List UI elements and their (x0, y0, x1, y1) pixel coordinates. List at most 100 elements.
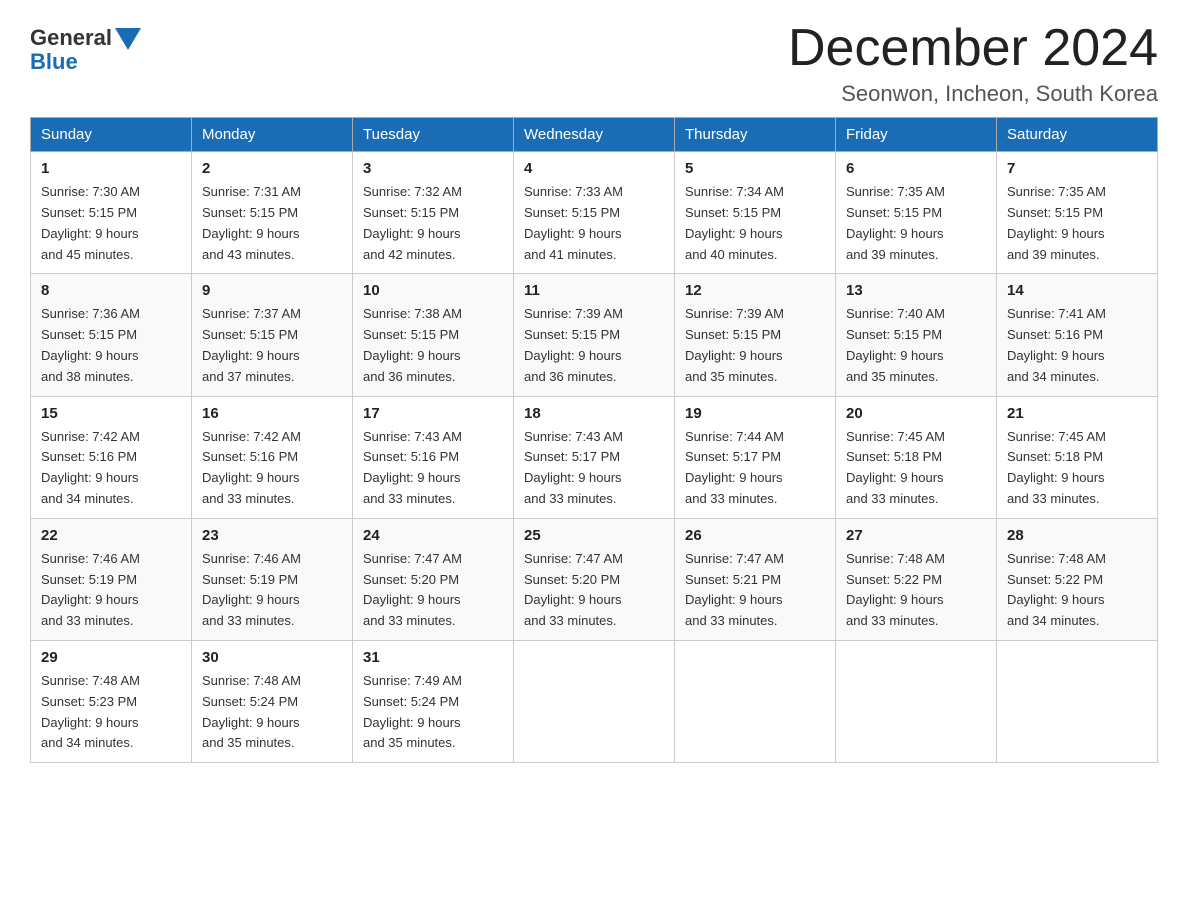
day-info: Sunrise: 7:48 AM Sunset: 5:22 PM Dayligh… (846, 549, 986, 632)
day-info: Sunrise: 7:32 AM Sunset: 5:15 PM Dayligh… (363, 182, 503, 265)
day-number: 27 (846, 527, 986, 544)
day-info: Sunrise: 7:43 AM Sunset: 5:16 PM Dayligh… (363, 427, 503, 510)
day-number: 30 (202, 649, 342, 666)
calendar-cell: 17 Sunrise: 7:43 AM Sunset: 5:16 PM Dayl… (353, 396, 514, 518)
day-number: 9 (202, 282, 342, 299)
day-info: Sunrise: 7:48 AM Sunset: 5:24 PM Dayligh… (202, 671, 342, 754)
day-number: 20 (846, 405, 986, 422)
calendar-cell: 18 Sunrise: 7:43 AM Sunset: 5:17 PM Dayl… (514, 396, 675, 518)
logo-general-text: General (30, 25, 112, 51)
calendar-cell: 2 Sunrise: 7:31 AM Sunset: 5:15 PM Dayli… (192, 152, 353, 274)
day-number: 14 (1007, 282, 1147, 299)
day-number: 13 (846, 282, 986, 299)
calendar-cell: 23 Sunrise: 7:46 AM Sunset: 5:19 PM Dayl… (192, 518, 353, 640)
logo-triangle-icon (115, 28, 141, 50)
calendar-cell: 8 Sunrise: 7:36 AM Sunset: 5:15 PM Dayli… (31, 274, 192, 396)
day-info: Sunrise: 7:42 AM Sunset: 5:16 PM Dayligh… (41, 427, 181, 510)
calendar-week-2: 8 Sunrise: 7:36 AM Sunset: 5:15 PM Dayli… (31, 274, 1158, 396)
calendar-cell: 21 Sunrise: 7:45 AM Sunset: 5:18 PM Dayl… (997, 396, 1158, 518)
calendar-cell: 25 Sunrise: 7:47 AM Sunset: 5:20 PM Dayl… (514, 518, 675, 640)
day-number: 23 (202, 527, 342, 544)
day-number: 21 (1007, 405, 1147, 422)
day-number: 29 (41, 649, 181, 666)
page-header: General Blue December 2024 Seonwon, Inch… (30, 20, 1158, 107)
calendar-cell: 14 Sunrise: 7:41 AM Sunset: 5:16 PM Dayl… (997, 274, 1158, 396)
day-info: Sunrise: 7:34 AM Sunset: 5:15 PM Dayligh… (685, 182, 825, 265)
day-number: 6 (846, 160, 986, 177)
day-info: Sunrise: 7:35 AM Sunset: 5:15 PM Dayligh… (846, 182, 986, 265)
day-info: Sunrise: 7:47 AM Sunset: 5:20 PM Dayligh… (524, 549, 664, 632)
calendar-cell: 28 Sunrise: 7:48 AM Sunset: 5:22 PM Dayl… (997, 518, 1158, 640)
calendar-cell: 29 Sunrise: 7:48 AM Sunset: 5:23 PM Dayl… (31, 640, 192, 762)
calendar-cell: 3 Sunrise: 7:32 AM Sunset: 5:15 PM Dayli… (353, 152, 514, 274)
logo: General Blue (30, 20, 141, 75)
day-number: 18 (524, 405, 664, 422)
day-info: Sunrise: 7:43 AM Sunset: 5:17 PM Dayligh… (524, 427, 664, 510)
day-info: Sunrise: 7:36 AM Sunset: 5:15 PM Dayligh… (41, 304, 181, 387)
day-number: 7 (1007, 160, 1147, 177)
day-number: 25 (524, 527, 664, 544)
day-number: 15 (41, 405, 181, 422)
calendar-cell (997, 640, 1158, 762)
day-number: 1 (41, 160, 181, 177)
day-info: Sunrise: 7:39 AM Sunset: 5:15 PM Dayligh… (685, 304, 825, 387)
calendar-cell: 26 Sunrise: 7:47 AM Sunset: 5:21 PM Dayl… (675, 518, 836, 640)
header-monday: Monday (192, 118, 353, 152)
header-wednesday: Wednesday (514, 118, 675, 152)
calendar-cell: 31 Sunrise: 7:49 AM Sunset: 5:24 PM Dayl… (353, 640, 514, 762)
calendar-cell: 4 Sunrise: 7:33 AM Sunset: 5:15 PM Dayli… (514, 152, 675, 274)
calendar-cell: 10 Sunrise: 7:38 AM Sunset: 5:15 PM Dayl… (353, 274, 514, 396)
day-number: 26 (685, 527, 825, 544)
day-info: Sunrise: 7:44 AM Sunset: 5:17 PM Dayligh… (685, 427, 825, 510)
day-info: Sunrise: 7:38 AM Sunset: 5:15 PM Dayligh… (363, 304, 503, 387)
day-info: Sunrise: 7:30 AM Sunset: 5:15 PM Dayligh… (41, 182, 181, 265)
header-thursday: Thursday (675, 118, 836, 152)
calendar-week-4: 22 Sunrise: 7:46 AM Sunset: 5:19 PM Dayl… (31, 518, 1158, 640)
calendar-week-3: 15 Sunrise: 7:42 AM Sunset: 5:16 PM Dayl… (31, 396, 1158, 518)
location: Seonwon, Incheon, South Korea (788, 81, 1158, 107)
day-info: Sunrise: 7:31 AM Sunset: 5:15 PM Dayligh… (202, 182, 342, 265)
day-info: Sunrise: 7:48 AM Sunset: 5:23 PM Dayligh… (41, 671, 181, 754)
day-number: 10 (363, 282, 503, 299)
calendar-cell: 27 Sunrise: 7:48 AM Sunset: 5:22 PM Dayl… (836, 518, 997, 640)
calendar-cell (675, 640, 836, 762)
calendar-week-1: 1 Sunrise: 7:30 AM Sunset: 5:15 PM Dayli… (31, 152, 1158, 274)
day-info: Sunrise: 7:40 AM Sunset: 5:15 PM Dayligh… (846, 304, 986, 387)
day-info: Sunrise: 7:39 AM Sunset: 5:15 PM Dayligh… (524, 304, 664, 387)
day-info: Sunrise: 7:48 AM Sunset: 5:22 PM Dayligh… (1007, 549, 1147, 632)
day-number: 11 (524, 282, 664, 299)
day-number: 22 (41, 527, 181, 544)
calendar-cell: 15 Sunrise: 7:42 AM Sunset: 5:16 PM Dayl… (31, 396, 192, 518)
day-info: Sunrise: 7:47 AM Sunset: 5:21 PM Dayligh… (685, 549, 825, 632)
header-saturday: Saturday (997, 118, 1158, 152)
day-number: 28 (1007, 527, 1147, 544)
calendar-header-row: SundayMondayTuesdayWednesdayThursdayFrid… (31, 118, 1158, 152)
calendar-cell: 6 Sunrise: 7:35 AM Sunset: 5:15 PM Dayli… (836, 152, 997, 274)
day-info: Sunrise: 7:41 AM Sunset: 5:16 PM Dayligh… (1007, 304, 1147, 387)
calendar-cell: 9 Sunrise: 7:37 AM Sunset: 5:15 PM Dayli… (192, 274, 353, 396)
calendar-table: SundayMondayTuesdayWednesdayThursdayFrid… (30, 117, 1158, 763)
day-number: 5 (685, 160, 825, 177)
calendar-cell: 19 Sunrise: 7:44 AM Sunset: 5:17 PM Dayl… (675, 396, 836, 518)
calendar-cell: 24 Sunrise: 7:47 AM Sunset: 5:20 PM Dayl… (353, 518, 514, 640)
day-number: 2 (202, 160, 342, 177)
day-number: 8 (41, 282, 181, 299)
day-info: Sunrise: 7:33 AM Sunset: 5:15 PM Dayligh… (524, 182, 664, 265)
header-tuesday: Tuesday (353, 118, 514, 152)
day-number: 17 (363, 405, 503, 422)
header-friday: Friday (836, 118, 997, 152)
calendar-cell (836, 640, 997, 762)
day-info: Sunrise: 7:37 AM Sunset: 5:15 PM Dayligh… (202, 304, 342, 387)
calendar-body: 1 Sunrise: 7:30 AM Sunset: 5:15 PM Dayli… (31, 152, 1158, 763)
day-number: 4 (524, 160, 664, 177)
calendar-cell: 11 Sunrise: 7:39 AM Sunset: 5:15 PM Dayl… (514, 274, 675, 396)
calendar-cell: 1 Sunrise: 7:30 AM Sunset: 5:15 PM Dayli… (31, 152, 192, 274)
day-number: 16 (202, 405, 342, 422)
calendar-week-5: 29 Sunrise: 7:48 AM Sunset: 5:23 PM Dayl… (31, 640, 1158, 762)
day-info: Sunrise: 7:47 AM Sunset: 5:20 PM Dayligh… (363, 549, 503, 632)
day-number: 12 (685, 282, 825, 299)
day-info: Sunrise: 7:35 AM Sunset: 5:15 PM Dayligh… (1007, 182, 1147, 265)
day-number: 31 (363, 649, 503, 666)
calendar-cell (514, 640, 675, 762)
day-info: Sunrise: 7:46 AM Sunset: 5:19 PM Dayligh… (202, 549, 342, 632)
